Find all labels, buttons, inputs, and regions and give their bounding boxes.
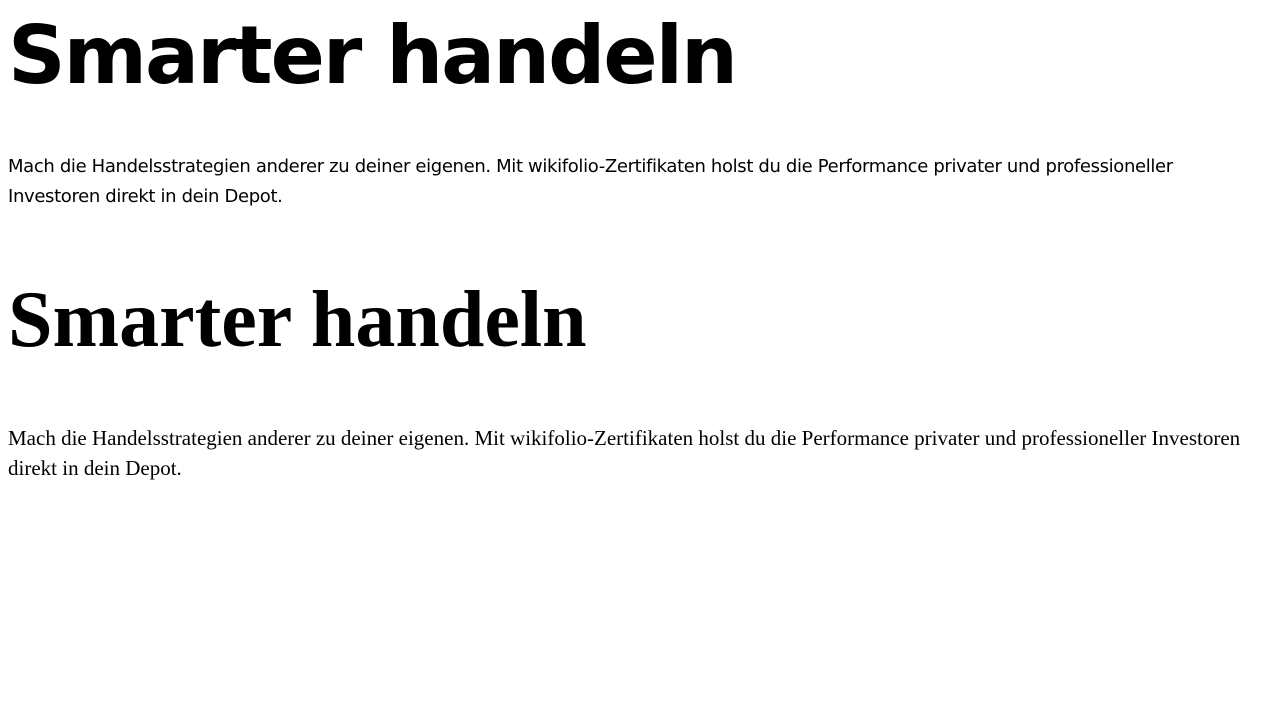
hero-description: Mach die Handelsstrategien anderer zu de… — [8, 156, 1173, 207]
hero-heading: Smarter handeln — [8, 9, 738, 102]
hero-section-serif: Smarter handeln Mach die Handelsstrategi… — [8, 280, 1264, 483]
hero-heading: Smarter handeln — [8, 276, 587, 364]
hero-description: Mach die Handelsstrategien anderer zu de… — [8, 426, 1241, 480]
hero-section-sans: Smarter handeln Mach die Handelsstrategi… — [8, 16, 1264, 212]
page: Smarter handeln Mach die Handelsstrategi… — [0, 16, 1280, 720]
